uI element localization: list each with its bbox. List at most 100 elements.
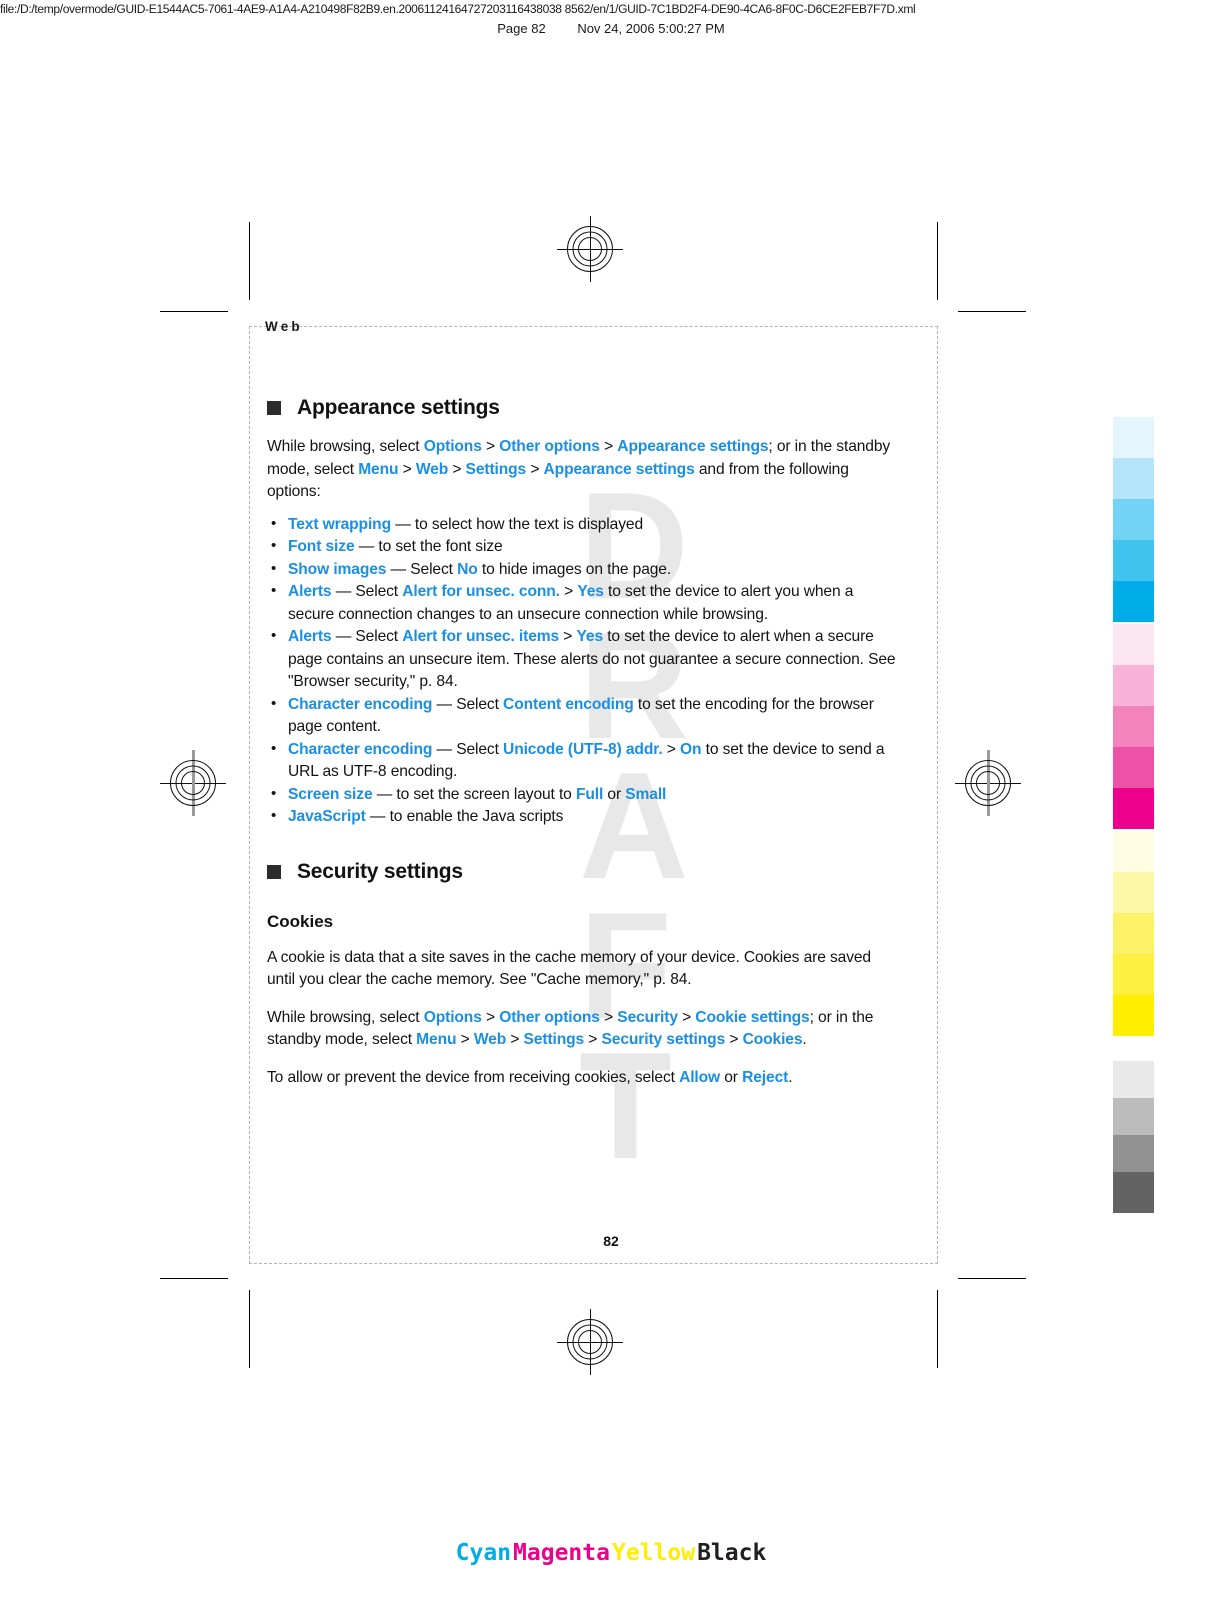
menu-link-security-settings[interactable]: Security settings xyxy=(602,1031,726,1048)
list-item: Screen size — to set the screen layout t… xyxy=(267,783,903,807)
color-name-cyan: Cyan xyxy=(455,1540,512,1566)
print-header: file:/D:/temp/overmode/GUID-E1544AC5-706… xyxy=(0,0,1222,46)
separator: > xyxy=(456,1031,474,1048)
color-bar-cyan-3 xyxy=(1113,499,1154,540)
registration-mark-right xyxy=(955,750,1021,816)
menu-link-other-options[interactable]: Other options xyxy=(499,1009,600,1026)
option-description: to set the screen layout to xyxy=(396,785,576,803)
option-description: Select xyxy=(410,560,458,578)
list-item: Text wrapping — to select how the text i… xyxy=(267,513,903,537)
option-description: to select how the text is displayed xyxy=(414,515,643,533)
color-name-magenta: Magenta xyxy=(513,1540,610,1566)
text-fragment: To allow or prevent the device from rece… xyxy=(267,1068,680,1086)
dash: — xyxy=(331,583,356,600)
separator: > xyxy=(662,740,680,758)
trim-mark-top-left xyxy=(249,222,250,300)
option-label-alerts-2[interactable]: Alerts xyxy=(288,628,332,645)
dash: — xyxy=(372,785,397,803)
color-bar-magenta-3 xyxy=(1113,706,1154,747)
option-description: Select xyxy=(355,628,403,645)
menu-link-appearance-settings[interactable]: Appearance settings xyxy=(617,438,768,455)
section-heading-text: Appearance settings xyxy=(297,396,500,419)
dash: — xyxy=(365,808,390,825)
separator: > xyxy=(481,1008,500,1026)
menu-link-options[interactable]: Options xyxy=(424,438,482,455)
separator: > xyxy=(599,1008,618,1026)
menu-link-settings[interactable]: Settings xyxy=(524,1031,585,1048)
option-description: Select xyxy=(456,695,504,713)
color-bar-cyan-5 xyxy=(1113,581,1154,622)
menu-link-options[interactable]: Options xyxy=(424,1009,482,1026)
color-bar-yellow-5 xyxy=(1113,995,1154,1036)
list-item: JavaScript — to enable the Java scripts xyxy=(267,805,903,829)
value-link-yes-2[interactable]: Yes xyxy=(576,628,603,645)
menu-link-cookie-settings[interactable]: Cookie settings xyxy=(695,1009,809,1026)
value-link-reject[interactable]: Reject xyxy=(742,1069,788,1086)
period: . xyxy=(788,1068,793,1086)
color-bar-cyan-2 xyxy=(1113,458,1154,499)
trim-mark-right-top xyxy=(958,311,1026,312)
dash: — xyxy=(432,695,457,713)
dash: — xyxy=(386,560,411,578)
section-heading-text: Security settings xyxy=(297,859,463,883)
trim-mark-top-right xyxy=(937,222,938,300)
option-label-screen-size[interactable]: Screen size xyxy=(288,786,373,803)
color-bar-magenta-2 xyxy=(1113,665,1154,706)
separator: > xyxy=(725,1031,743,1048)
trim-mark-left-top xyxy=(160,311,228,312)
value-link-allow[interactable]: Allow xyxy=(679,1069,720,1086)
value-link-yes[interactable]: Yes xyxy=(577,583,604,600)
option-description: to set the font size xyxy=(378,538,503,555)
value-link-alert-unsec-conn[interactable]: Alert for unsec. conn. xyxy=(402,583,560,600)
color-bar-black-4 xyxy=(1113,1172,1154,1213)
menu-link-appearance-settings-2[interactable]: Appearance settings xyxy=(544,461,695,478)
color-bar-magenta-4 xyxy=(1113,747,1154,788)
option-label-javascript[interactable]: JavaScript xyxy=(288,808,366,825)
option-label-text-wrapping[interactable]: Text wrapping xyxy=(288,516,391,533)
period: . xyxy=(802,1031,807,1048)
print-timestamp: Nov 24, 2006 5:00:27 PM xyxy=(577,21,725,36)
menu-link-menu[interactable]: Menu xyxy=(358,461,398,478)
value-link-small[interactable]: Small xyxy=(625,786,666,803)
value-link-no[interactable]: No xyxy=(457,561,478,578)
page-folio-number: 82 xyxy=(603,1233,619,1249)
color-bar-yellow-1 xyxy=(1113,831,1154,872)
option-label-font-size[interactable]: Font size xyxy=(288,538,355,555)
menu-link-menu[interactable]: Menu xyxy=(416,1031,456,1048)
text-fragment: While browsing, select xyxy=(267,1008,424,1026)
option-description: to enable the Java scripts xyxy=(389,808,564,825)
menu-link-settings[interactable]: Settings xyxy=(466,461,527,478)
trim-mark-left-bottom xyxy=(160,1278,228,1279)
value-link-unicode-utf8-addr[interactable]: Unicode (UTF-8) addr. xyxy=(503,741,663,758)
menu-link-web[interactable]: Web xyxy=(416,461,448,478)
option-label-character-encoding-2[interactable]: Character encoding xyxy=(288,741,432,758)
color-bar-cyan-4 xyxy=(1113,540,1154,581)
menu-link-web[interactable]: Web xyxy=(474,1031,506,1048)
menu-link-cookies[interactable]: Cookies xyxy=(743,1031,803,1048)
separator: > xyxy=(599,438,618,455)
trim-mark-bottom-right xyxy=(937,1290,938,1368)
option-description: Select xyxy=(456,740,504,758)
option-label-alerts[interactable]: Alerts xyxy=(288,583,332,600)
value-link-content-encoding[interactable]: Content encoding xyxy=(503,696,634,713)
registration-ring-inner xyxy=(578,1330,602,1354)
menu-link-security[interactable]: Security xyxy=(617,1009,678,1026)
option-label-show-images[interactable]: Show images xyxy=(288,561,386,578)
value-link-alert-unsec-items[interactable]: Alert for unsec. items xyxy=(402,628,559,645)
dash: — xyxy=(390,515,415,533)
separator: > xyxy=(506,1031,524,1048)
dash: — xyxy=(432,740,457,758)
separator: > xyxy=(526,460,544,478)
color-bar-cyan-1 xyxy=(1113,417,1154,458)
value-link-on[interactable]: On xyxy=(680,741,702,758)
option-label-character-encoding[interactable]: Character encoding xyxy=(288,696,432,713)
text-fragment: While browsing, select xyxy=(267,438,424,455)
value-link-full[interactable]: Full xyxy=(576,786,603,803)
separator: > xyxy=(559,583,578,600)
registration-ring-inner xyxy=(976,771,1000,795)
color-separation-names: CyanMagentaYellowBlack xyxy=(0,1540,1222,1566)
menu-link-other-options[interactable]: Other options xyxy=(499,438,600,455)
registration-ring-inner xyxy=(181,771,205,795)
color-bar-black-3 xyxy=(1113,1135,1154,1176)
separator: > xyxy=(481,438,500,455)
